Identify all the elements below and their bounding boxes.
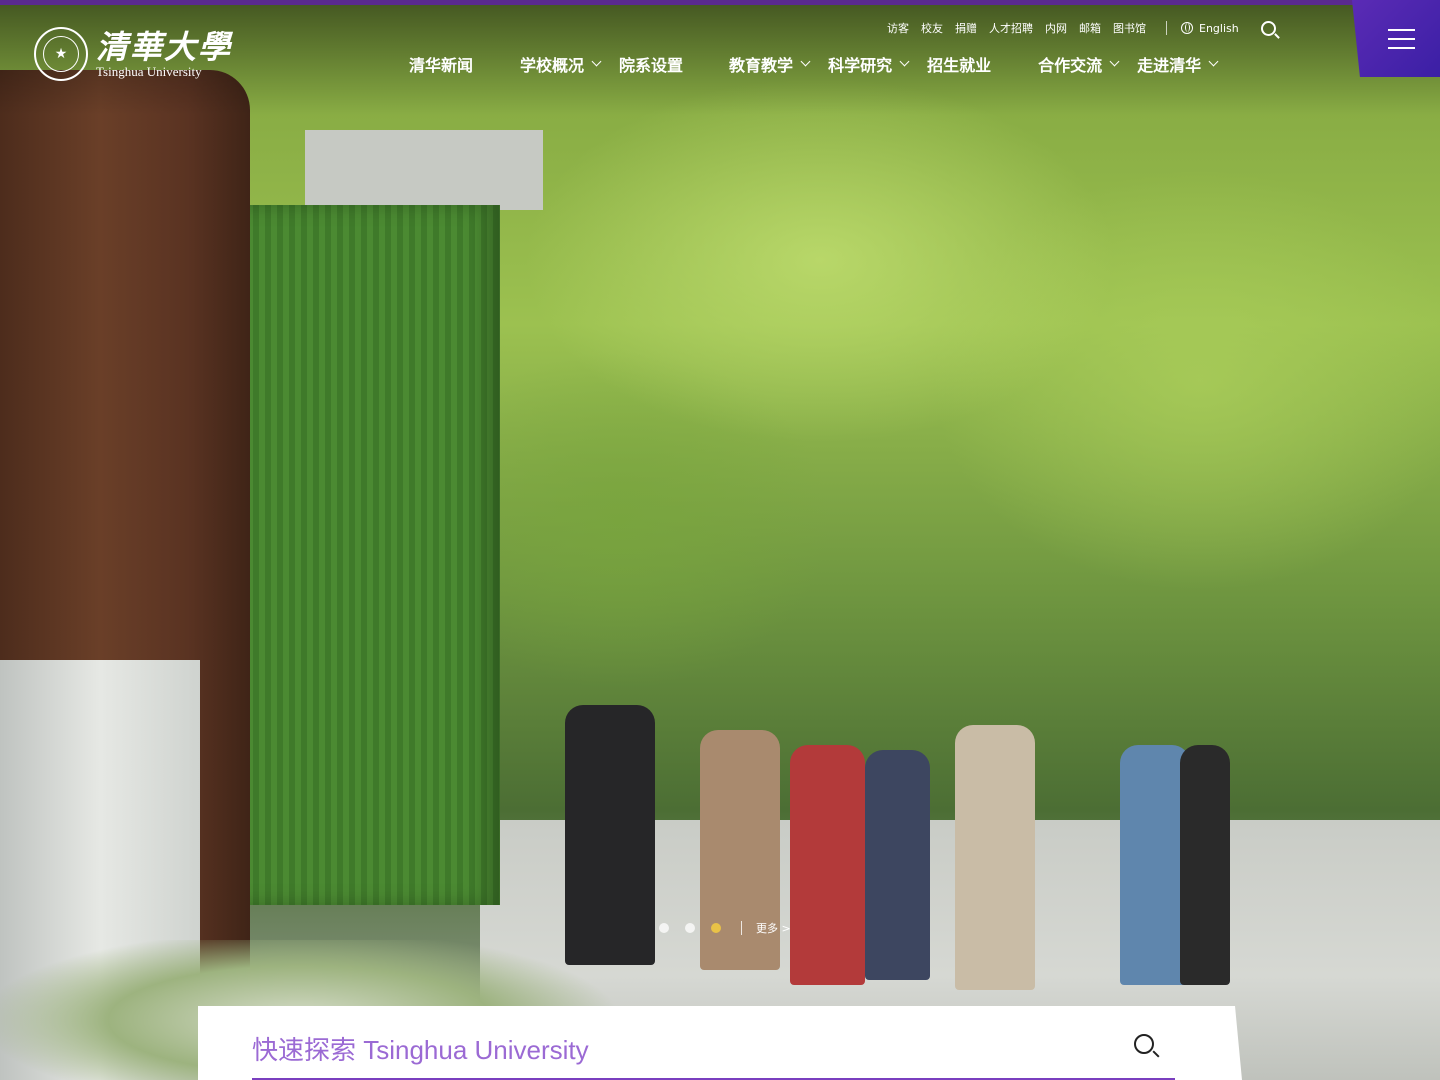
chevron-down-icon bbox=[1208, 56, 1219, 67]
utility-link-intranet[interactable]: 内网 bbox=[1045, 20, 1067, 36]
utility-link-careers[interactable]: 人才招聘 bbox=[989, 20, 1033, 36]
utility-link-alumni[interactable]: 校友 bbox=[921, 20, 943, 36]
carousel-more-link[interactable]: 更多 > bbox=[756, 920, 791, 936]
utility-link-mail[interactable]: 邮箱 bbox=[1079, 20, 1101, 36]
utility-divider bbox=[1166, 21, 1167, 35]
carousel-dot[interactable] bbox=[685, 923, 695, 933]
nav-item-explore[interactable]: 走进清华 bbox=[1137, 53, 1219, 75]
carousel-dot-active[interactable] bbox=[711, 923, 721, 933]
language-switch[interactable]: English bbox=[1181, 22, 1239, 35]
nav-item-about[interactable]: 学校概况 bbox=[520, 53, 602, 75]
gate-pillar-cap bbox=[305, 130, 543, 210]
chevron-down-icon bbox=[800, 56, 811, 67]
chevron-down-icon bbox=[591, 56, 602, 67]
globe-icon bbox=[1181, 22, 1193, 34]
nav-item-international[interactable]: 合作交流 bbox=[1038, 53, 1120, 75]
pedestrian bbox=[790, 745, 865, 985]
pedestrian bbox=[1180, 745, 1230, 985]
utility-link-library[interactable]: 图书馆 bbox=[1113, 20, 1146, 36]
pedestrian bbox=[565, 705, 655, 965]
quick-search-panel: 快速探索 Tsinghua University bbox=[198, 1006, 1242, 1080]
utility-link-donate[interactable]: 捐赠 bbox=[955, 20, 977, 36]
menu-button[interactable] bbox=[1352, 0, 1440, 77]
hero-background-photo bbox=[0, 0, 1440, 1080]
chevron-down-icon bbox=[1109, 56, 1120, 67]
pedestrian bbox=[865, 750, 930, 980]
logo-english-name: Tsinghua University bbox=[96, 63, 202, 79]
search-icon[interactable] bbox=[1260, 20, 1276, 36]
quick-search-input[interactable]: 快速探索 Tsinghua University bbox=[252, 1030, 589, 1067]
utility-link-visitors[interactable]: 访客 bbox=[887, 20, 909, 36]
nav-item-schools[interactable]: 院系设置 bbox=[619, 53, 683, 75]
search-icon[interactable] bbox=[1134, 1034, 1154, 1054]
main-nav: 清华新闻 学校概况 院系设置 教育教学 科学研究 招生就业 合作交流 走进清华 bbox=[409, 53, 1219, 75]
logo-chinese-name: 清華大學 bbox=[96, 27, 233, 66]
chevron-down-icon bbox=[899, 56, 910, 67]
nav-item-education[interactable]: 教育教学 bbox=[729, 53, 811, 75]
carousel-pagination: 更多 > bbox=[659, 920, 791, 936]
language-label: English bbox=[1199, 21, 1239, 35]
carousel-divider bbox=[741, 921, 742, 935]
university-seal-icon: ★ bbox=[34, 27, 88, 81]
carousel-dot[interactable] bbox=[659, 923, 669, 933]
utility-links: 访客 校友 捐赠 人才招聘 内网 邮箱 图书馆 English bbox=[887, 20, 1276, 36]
hamburger-icon bbox=[1387, 28, 1415, 49]
nav-item-admissions[interactable]: 招生就业 bbox=[927, 53, 991, 75]
university-logo[interactable]: ★ 清華大學 Tsinghua University bbox=[34, 27, 232, 81]
nav-item-news[interactable]: 清华新闻 bbox=[409, 53, 473, 75]
pedestrian bbox=[955, 725, 1035, 990]
nav-item-research[interactable]: 科学研究 bbox=[828, 53, 910, 75]
